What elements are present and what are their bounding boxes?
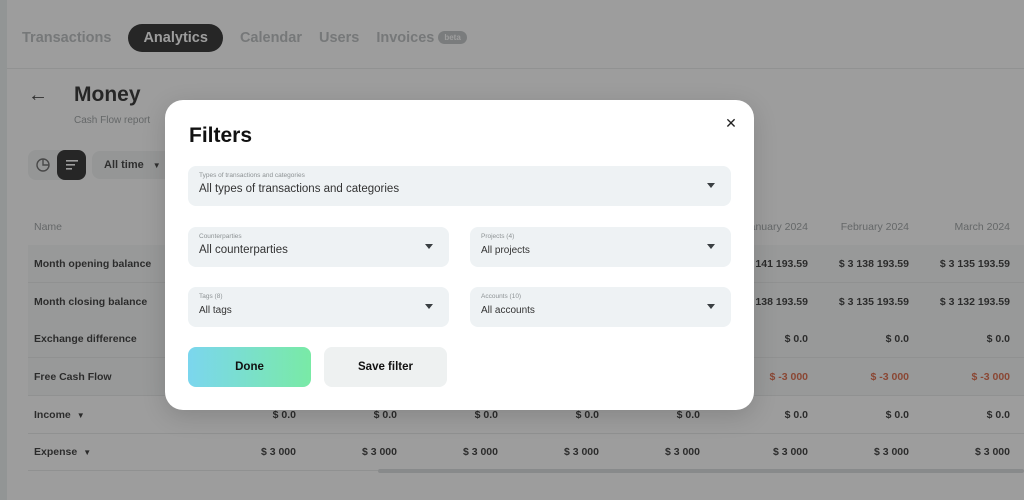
chevron-down-icon (425, 304, 433, 309)
projects-select-label: Projects (4) (481, 233, 515, 240)
filters-modal: Filters ✕ Types of transactions and cate… (165, 100, 754, 410)
accounts-select-label: Accounts (10) (481, 293, 522, 300)
projects-select[interactable]: Projects (4) All projects (470, 227, 731, 267)
done-button[interactable]: Done (188, 347, 311, 387)
types-select[interactable]: Types of transactions and categories All… (188, 166, 731, 206)
save-filter-button[interactable]: Save filter (324, 347, 447, 387)
tags-select-label: Tags (8) (199, 293, 223, 300)
close-icon[interactable]: ✕ (722, 114, 740, 132)
counterparties-select-label: Counterparties (199, 233, 242, 240)
accounts-select[interactable]: Accounts (10) All accounts (470, 287, 731, 327)
types-select-value: All types of transactions and categories (199, 183, 400, 195)
tags-select[interactable]: Tags (8) All tags (188, 287, 449, 327)
accounts-select-value: All accounts (481, 305, 535, 316)
projects-select-value: All projects (481, 245, 530, 256)
types-select-label: Types of transactions and categories (199, 172, 305, 179)
modal-title: Filters (189, 124, 253, 147)
chevron-down-icon (707, 183, 715, 188)
chevron-down-icon (425, 244, 433, 249)
tags-select-value: All tags (199, 305, 232, 316)
counterparties-select[interactable]: Counterparties All counterparties (188, 227, 449, 267)
chevron-down-icon (707, 244, 715, 249)
counterparties-select-value: All counterparties (199, 244, 288, 256)
chevron-down-icon (707, 304, 715, 309)
